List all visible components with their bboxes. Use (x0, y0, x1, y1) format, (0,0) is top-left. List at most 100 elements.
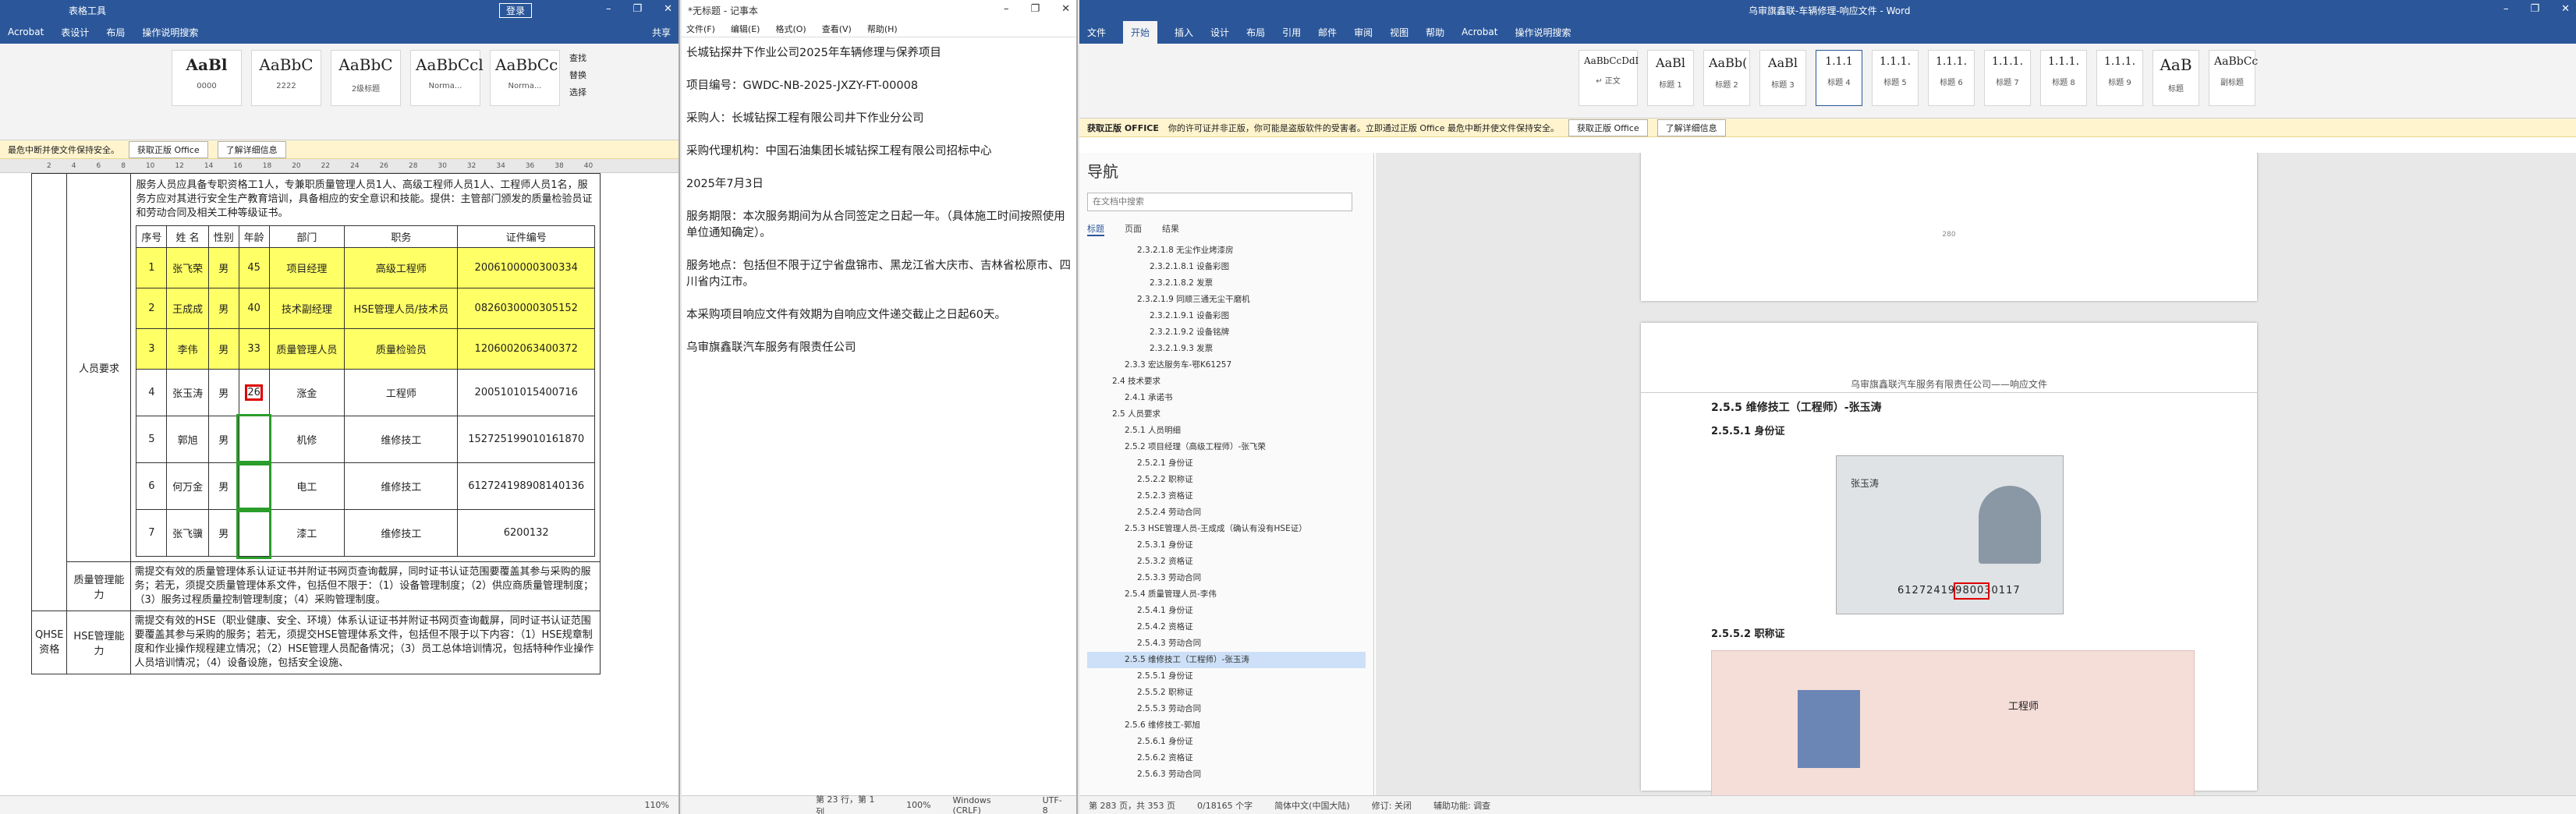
tab-help[interactable]: 帮助 (1426, 26, 1444, 39)
nav-heading-item[interactable]: 2.5.2.3 资格证 (1087, 488, 1366, 504)
nav-search-input[interactable] (1087, 193, 1352, 211)
nav-heading-item[interactable]: 2.5.3.3 劳动合同 (1087, 570, 1366, 586)
nav-heading-item[interactable]: 2.3.2.1.8.2 发票 (1087, 275, 1366, 292)
replace-button[interactable]: 替换 (569, 67, 586, 84)
style-subtitle[interactable]: AaBbCc 副标题 (2209, 50, 2258, 106)
accessibility[interactable]: 辅助功能: 调查 (1433, 799, 1490, 812)
tab-layout[interactable]: 布局 (106, 26, 125, 39)
nav-heading-item[interactable]: 2.5.6.1 身份证 (1087, 734, 1366, 750)
tab-results[interactable]: 结果 (1162, 222, 1179, 236)
nav-heading-item[interactable]: 2.5 人员要求 (1087, 406, 1366, 423)
tab-layout[interactable]: 布局 (1246, 26, 1265, 39)
nav-heading-item[interactable]: 2.5.4.1 身份证 (1087, 603, 1366, 619)
tab-headings[interactable]: 标题 (1087, 222, 1104, 236)
nav-heading-item[interactable]: 2.5.2 项目经理（高级工程师）-张飞荣 (1087, 439, 1366, 455)
close-icon[interactable]: ✕ (664, 3, 672, 15)
nav-heading-item[interactable]: 2.5.6 维修技工-郭旭 (1087, 717, 1366, 734)
tell-me-search[interactable]: 操作说明搜索 (142, 26, 198, 39)
nav-heading-item[interactable]: 2.3.2.1.9 同顺三通无尘干磨机 (1087, 292, 1366, 308)
style-4[interactable]: AaBbCc Norma... (490, 50, 560, 106)
tab-pages[interactable]: 页面 (1125, 222, 1142, 236)
empty-age-cell[interactable] (236, 413, 272, 465)
nav-heading-item[interactable]: 2.5.2.2 职称证 (1087, 472, 1366, 488)
nav-heading-item[interactable]: 2.5.3.1 身份证 (1087, 537, 1366, 554)
minimize-icon[interactable]: – (606, 3, 611, 15)
nav-heading-item[interactable]: 2.3.2.1.9.1 设备彩图 (1087, 308, 1366, 324)
minimize-icon[interactable]: – (2503, 3, 2509, 15)
zoom-level[interactable]: 110% (645, 800, 669, 810)
style-h1[interactable]: AaBl 标题 1 (1647, 50, 1694, 106)
nav-heading-item[interactable]: 2.5.5.3 劳动合同 (1087, 701, 1366, 717)
menu-file[interactable]: 文件(F) (686, 23, 715, 35)
nav-heading-item[interactable]: 2.5.5.1 身份证 (1087, 668, 1366, 685)
nav-heading-item[interactable]: 2.5.4.3 劳动合同 (1087, 635, 1366, 652)
get-office-button[interactable]: 获取正版 Office (1568, 119, 1648, 136)
nav-heading-item[interactable]: 2.4.1 承诺书 (1087, 390, 1366, 406)
nav-heading-item[interactable]: 2.5.3 HSE管理人员-王成成（确认有没有HSE证） (1087, 521, 1366, 537)
restore-icon[interactable]: ❐ (632, 3, 642, 15)
style-h5[interactable]: 1.1.1. 标题 5 (1872, 50, 1919, 106)
style-h8[interactable]: 1.1.1. 标题 8 (2040, 50, 2087, 106)
tab-acrobat[interactable]: Acrobat (1462, 27, 1497, 37)
nav-heading-item[interactable]: 2.5.2.4 劳动合同 (1087, 504, 1366, 521)
nav-heading-item[interactable]: 2.5.5 维修技工（工程师）-张玉涛 (1087, 652, 1366, 668)
find-button[interactable]: 查找 (569, 50, 586, 67)
nav-heading-item[interactable]: 2.5.4.2 资格证 (1087, 619, 1366, 635)
menu-view[interactable]: 查看(V) (822, 23, 852, 35)
tab-insert[interactable]: 插入 (1175, 26, 1193, 39)
restore-icon[interactable]: ❐ (2530, 3, 2539, 15)
tab-acrobat[interactable]: Acrobat (8, 27, 44, 37)
track-changes[interactable]: 修订: 关闭 (1372, 799, 1412, 812)
share-button[interactable]: 共享 (652, 26, 671, 39)
menu-edit[interactable]: 编辑(E) (731, 23, 760, 35)
tab-table-design[interactable]: 表设计 (61, 26, 89, 39)
select-button[interactable]: 选择 (569, 84, 586, 101)
nav-heading-item[interactable]: 2.3.2.1.8.1 设备彩图 (1087, 259, 1366, 275)
menu-help[interactable]: 帮助(H) (867, 23, 898, 35)
nav-heading-item[interactable]: 2.3.2.1.9.2 设备铭牌 (1087, 324, 1366, 341)
language[interactable]: 简体中文(中国大陆) (1274, 799, 1350, 812)
learn-more-button[interactable]: 了解详细信息 (217, 140, 286, 158)
style-normal[interactable]: AaBbCcDdI ↵ 正文 (1579, 50, 1639, 106)
nav-heading-item[interactable]: 2.5.1 人员明细 (1087, 423, 1366, 439)
tab-references[interactable]: 引用 (1282, 26, 1301, 39)
style-h7[interactable]: 1.1.1. 标题 7 (1984, 50, 2031, 106)
style-h6[interactable]: 1.1.1. 标题 6 (1928, 50, 1975, 106)
tell-me-search[interactable]: 操作说明搜索 (1515, 26, 1571, 39)
tab-view[interactable]: 视图 (1390, 26, 1408, 39)
tab-design[interactable]: 设计 (1210, 26, 1229, 39)
style-h4[interactable]: 1.1.1 标题 4 (1816, 50, 1862, 106)
empty-age-cell[interactable] (236, 507, 272, 559)
login-button[interactable]: 登录 (499, 2, 533, 18)
empty-age-cell[interactable] (236, 460, 272, 512)
age-cell[interactable]: 26 (238, 369, 270, 416)
nav-heading-item[interactable]: 2.3.2.1.9.3 发票 (1087, 341, 1366, 357)
style-1[interactable]: AaBbC 2222 (251, 50, 321, 106)
get-office-button[interactable]: 获取正版 Office (129, 140, 208, 158)
nav-heading-item[interactable]: 2.5.3.2 资格证 (1087, 554, 1366, 570)
style-2[interactable]: AaBbC 2级标题 (331, 50, 401, 106)
tab-home[interactable]: 开始 (1123, 20, 1158, 44)
nav-heading-item[interactable]: 2.3.3 宏达服务车-鄂K61257 (1087, 357, 1366, 373)
nav-heading-item[interactable]: 2.5.6.3 劳动合同 (1087, 766, 1366, 783)
nav-heading-item[interactable]: 2.5.6.2 资格证 (1087, 750, 1366, 766)
nav-heading-item[interactable]: 2.5.5.2 职称证 (1087, 685, 1366, 701)
tab-file[interactable]: 文件 (1087, 26, 1106, 39)
restore-icon[interactable]: ❐ (1030, 3, 1040, 15)
nav-heading-item[interactable]: 2.3.2.1.8 无尘作业烤漆房 (1087, 242, 1366, 259)
close-icon[interactable]: ✕ (1061, 3, 1070, 15)
notepad-text-area[interactable]: 长城钻探井下作业公司2025年车辆修理与保养项目 项目编号：GWDC-NB-20… (682, 37, 1076, 380)
close-icon[interactable]: ✕ (2561, 3, 2570, 15)
minimize-icon[interactable]: – (1004, 3, 1009, 15)
nav-heading-item[interactable]: 2.5.4 质量管理人员-李伟 (1087, 586, 1366, 603)
tab-mailings[interactable]: 邮件 (1318, 26, 1337, 39)
nav-heading-item[interactable]: 2.5.2.1 身份证 (1087, 455, 1366, 472)
style-title[interactable]: AaB 标题 (2153, 50, 2199, 106)
style-h9[interactable]: 1.1.1. 标题 9 (2096, 50, 2143, 106)
style-3[interactable]: AaBbCcl Norma... (410, 50, 484, 106)
learn-more-button[interactable]: 了解详细信息 (1657, 119, 1726, 136)
style-h3[interactable]: AaBl 标题 3 (1759, 50, 1806, 106)
nav-heading-item[interactable]: 2.4 技术要求 (1087, 373, 1366, 390)
menu-format[interactable]: 格式(O) (775, 23, 806, 35)
style-0[interactable]: AaBl 0000 (172, 50, 242, 106)
